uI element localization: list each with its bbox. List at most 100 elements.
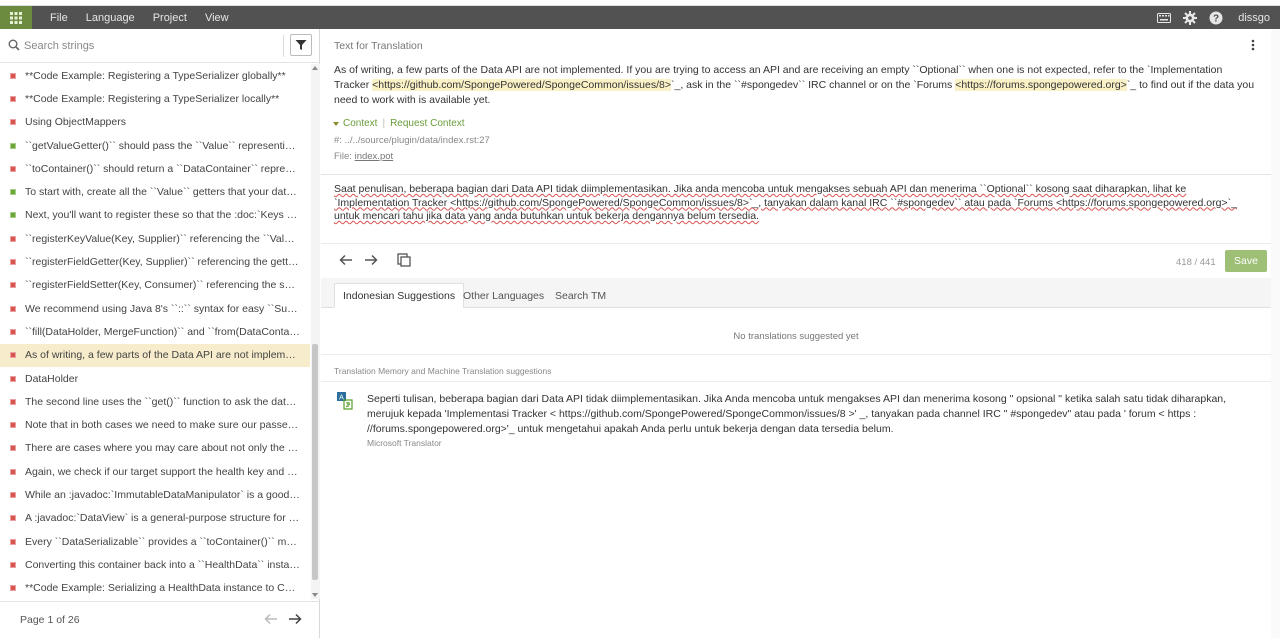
string-list-item[interactable]: Converting this container back into a ``…	[0, 553, 310, 576]
sidebar-scrollbar[interactable]	[311, 64, 320, 599]
string-list-item[interactable]: ``registerKeyValue(Key, Supplier)`` refe…	[0, 227, 310, 250]
untranslated-status-icon	[10, 95, 16, 102]
source-link: <https://forums.spongepowered.org>	[955, 79, 1127, 91]
string-list-item[interactable]: We recommend using Java 8's ``::`` synta…	[0, 297, 310, 320]
search-input[interactable]	[24, 37, 279, 55]
section-title: Text for Translation	[334, 40, 423, 52]
string-list-item[interactable]: ``registerFieldSetter(Key, Consumer)`` r…	[0, 274, 310, 297]
translate-icon: A	[337, 392, 353, 413]
string-list-item-text: Note that in both cases we need to make …	[25, 419, 300, 432]
search-row	[0, 29, 320, 63]
translated-status-icon	[10, 142, 16, 149]
string-list-item[interactable]: ``registerFieldGetter(Key, Supplier)`` r…	[0, 250, 310, 273]
string-list-item-text: As of writing, a few parts of the Data A…	[25, 349, 300, 362]
copy-source-icon[interactable]	[397, 253, 411, 270]
scroll-thumb[interactable]	[312, 344, 318, 580]
string-list-item-text: Next, you'll want to register these so t…	[25, 209, 300, 222]
help-icon[interactable]: ?	[1208, 10, 1224, 26]
string-list-item[interactable]: There are cases where you may care about…	[0, 437, 310, 460]
previous-page-icon[interactable]	[264, 613, 278, 628]
string-list-item[interactable]: To start with, create all the ``Value`` …	[0, 180, 310, 203]
divider	[321, 174, 1271, 175]
tm-section-title: Translation Memory and Machine Translati…	[334, 366, 552, 376]
caret-down-icon	[333, 121, 339, 126]
translated-status-icon	[10, 189, 16, 196]
apps-grid-button[interactable]	[0, 6, 32, 29]
string-list-item[interactable]: Again, we check if our target support th…	[0, 460, 310, 483]
divider	[321, 381, 1271, 382]
empty-suggestions-text: No translations suggested yet	[733, 331, 859, 342]
divider	[321, 243, 1271, 244]
untranslated-status-icon	[10, 352, 16, 359]
filter-button[interactable]	[290, 34, 312, 56]
menu-language[interactable]: Language	[86, 12, 135, 24]
context-toggle[interactable]: Context	[343, 118, 377, 129]
string-list-item[interactable]: ``toContainer()`` should return a ``Data…	[0, 157, 310, 180]
redo-arrow-icon[interactable]	[364, 254, 378, 269]
scroll-down-arrow[interactable]	[312, 593, 318, 597]
source-text-part: `_, ask in the ``#spongedev`` IRC channe…	[670, 79, 956, 91]
untranslated-status-icon	[10, 538, 16, 545]
keyboard-icon[interactable]	[1156, 10, 1172, 26]
menu-project[interactable]: Project	[153, 12, 187, 24]
string-list-item-text: Converting this container back into a ``…	[25, 558, 300, 571]
string-list-item[interactable]: As of writing, a few parts of the Data A…	[0, 343, 310, 367]
string-list-item-text: ``fill(DataHolder, MergeFunction)`` and …	[25, 325, 300, 338]
string-list-item[interactable]: **Code Example: Registering a TypeSerial…	[0, 64, 310, 87]
user-menu[interactable]: dissgo	[1238, 12, 1270, 24]
translation-text: Saat penulisan, beberapa bagian dari Dat…	[334, 183, 1237, 222]
string-list-item-text: **Code Example: Registering a TypeSerial…	[25, 92, 280, 105]
untranslated-status-icon	[10, 445, 16, 452]
string-list-item[interactable]: ``getValueGetter()`` should pass the ``V…	[0, 134, 310, 157]
string-list-item[interactable]: Every ``DataSerializable`` provides a ``…	[0, 530, 310, 553]
string-list-item[interactable]: Using ObjectMappers	[0, 111, 310, 134]
file-link[interactable]: index.pot	[355, 151, 394, 162]
string-list-item-text: DataHolder	[25, 372, 79, 385]
suggestions-panel: Indonesian Suggestions Other Languages S…	[321, 278, 1271, 638]
tab-search-tm[interactable]: Search TM	[547, 283, 614, 308]
source-link: <https://github.com/SpongePowered/Sponge…	[372, 79, 671, 91]
machine-translation-suggestion[interactable]: Seperti tulisan, beberapa bagian dari Da…	[367, 392, 1257, 437]
string-list-item[interactable]: **Code Example: Registering a TypeSerial…	[0, 87, 310, 110]
string-list-item[interactable]: DataHolder	[0, 367, 310, 390]
svg-text:?: ?	[1213, 13, 1219, 24]
untranslated-status-icon	[10, 515, 16, 522]
translation-textarea[interactable]: Saat penulisan, beberapa bagian dari Dat…	[334, 183, 1259, 224]
editor-scrollbar[interactable]	[1271, 29, 1280, 638]
request-context-link[interactable]: Request Context	[390, 118, 465, 129]
source-string: As of writing, a few parts of the Data A…	[334, 63, 1259, 108]
untranslated-status-icon	[10, 328, 16, 335]
string-list-item[interactable]: A :javadoc:`DataView` is a general-purpo…	[0, 507, 310, 530]
context-row: Context | Request Context	[333, 118, 465, 129]
untranslated-status-icon	[10, 561, 16, 568]
string-list-item-text: **Code Example: Registering a TypeSerial…	[25, 69, 286, 82]
scroll-up-arrow[interactable]	[312, 66, 318, 70]
string-list-item[interactable]: ``fill(DataHolder, MergeFunction)`` and …	[0, 320, 310, 343]
menu-view[interactable]: View	[205, 12, 229, 24]
menu-file[interactable]: File	[50, 12, 68, 24]
save-button[interactable]: Save	[1225, 250, 1267, 272]
untranslated-status-icon	[10, 119, 16, 126]
string-list-item[interactable]: Note that in both cases we need to make …	[0, 413, 310, 436]
tab-other-languages[interactable]: Other Languages	[455, 283, 552, 308]
string-list-item-text: Again, we check if our target support th…	[25, 465, 300, 478]
untranslated-status-icon	[10, 165, 16, 172]
pager: Page 1 of 26	[0, 601, 320, 638]
string-list-item[interactable]: While an :javadoc:`ImmutableDataManipula…	[0, 483, 310, 506]
string-list-item-text: ``registerFieldGetter(Key, Supplier)`` r…	[25, 256, 300, 269]
untranslated-status-icon	[10, 72, 16, 79]
menu-bar: File Language Project View ? dissgo	[0, 6, 1280, 29]
untranslated-status-icon	[10, 585, 16, 592]
gear-icon[interactable]	[1182, 10, 1198, 26]
string-list-item[interactable]: The second line uses the ``get()`` funct…	[0, 390, 310, 413]
string-list-item-text: The second line uses the ``get()`` funct…	[25, 395, 300, 408]
more-options-icon[interactable]	[1251, 39, 1255, 54]
suggestion-source: Microsoft Translator	[367, 438, 442, 448]
undo-arrow-icon[interactable]	[339, 254, 353, 269]
tab-indonesian-suggestions[interactable]: Indonesian Suggestions	[334, 283, 465, 308]
string-list-item-text: Using ObjectMappers	[25, 116, 126, 129]
string-list-item[interactable]: **Code Example: Serializing a HealthData…	[0, 577, 310, 599]
string-list-item[interactable]: Next, you'll want to register these so t…	[0, 204, 310, 227]
next-page-icon[interactable]	[288, 613, 302, 628]
untranslated-status-icon	[10, 375, 16, 382]
